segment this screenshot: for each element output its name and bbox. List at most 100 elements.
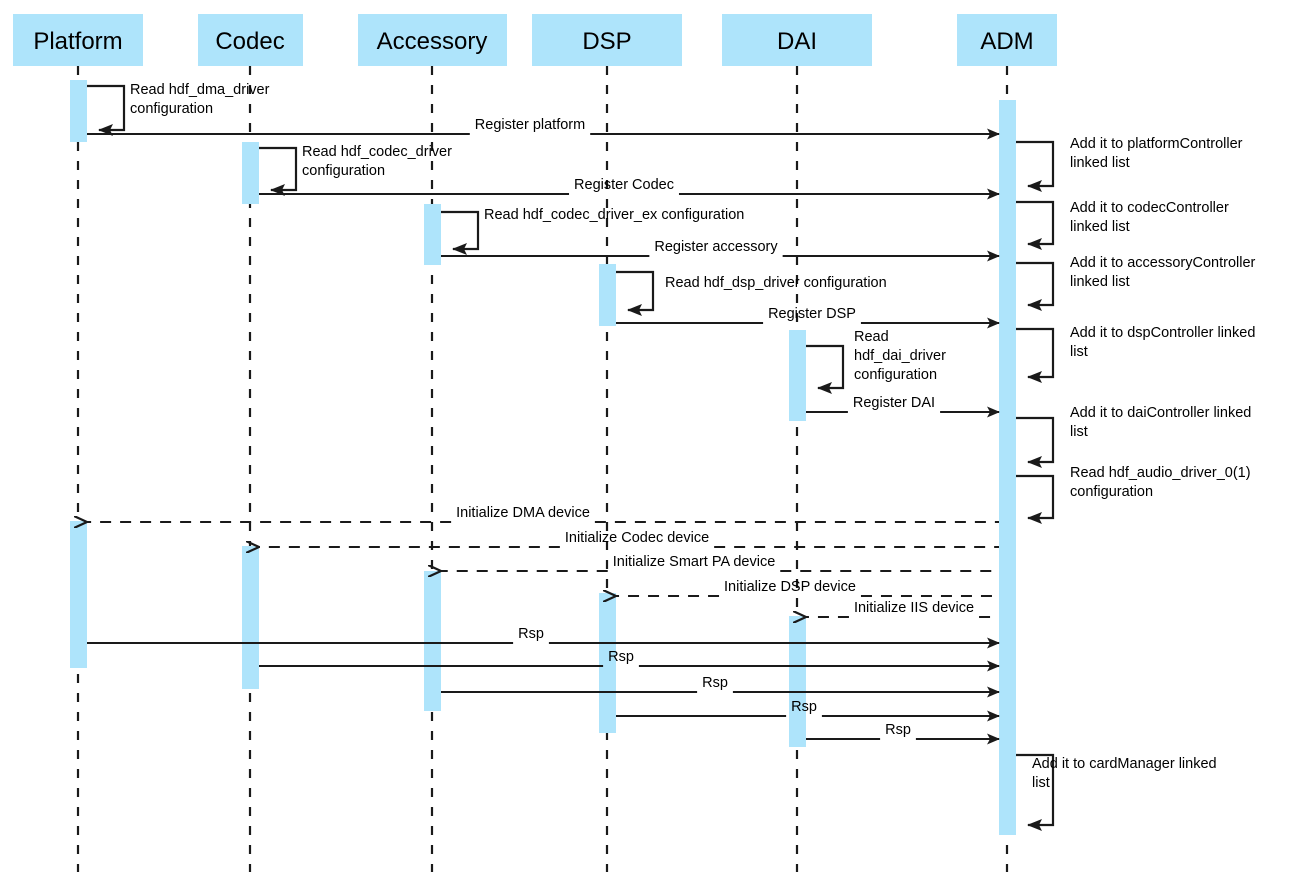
message-label: Register platform (475, 117, 585, 133)
self-loop-path (1016, 261, 1055, 311)
self-message-adm: Add it to codecController linked list (1016, 200, 1229, 250)
activation-bar-accessory (424, 571, 441, 711)
self-message-label: Read (854, 329, 889, 345)
activation-bar-adm (999, 100, 1016, 835)
self-loop-path (259, 146, 298, 196)
message-label: Rsp (885, 722, 911, 738)
participant-platform[interactable]: Platform (13, 14, 143, 66)
sequence-diagram-svg: Platform Codec Accessory DSP DAI ADM Register… (13, 14, 1256, 872)
message-arrow: Initialize Smart PA device (441, 554, 999, 571)
self-message-label: Add it to cardManager linked (1032, 756, 1217, 772)
self-message-label: configuration (302, 163, 385, 179)
message-arrow: Rsp (441, 675, 1000, 698)
activation-bar-dai (789, 330, 806, 421)
self-message-label: linked list (1070, 155, 1130, 171)
self-message-adm: Add it to dspController linked list (1016, 325, 1255, 383)
self-message-label: Read hdf_codec_driver_ex configuration (484, 207, 744, 223)
self-message-label: configuration (854, 367, 937, 383)
self-loop-path (1016, 140, 1055, 192)
message-arrow: Register platform (87, 117, 1000, 140)
self-message-label: Read hdf_audio_driver_0(1) (1070, 465, 1251, 481)
message-label: Register DAI (853, 395, 935, 411)
self-message-label: configuration (130, 101, 213, 117)
self-message-adm: Add it to platformController linked list (1016, 136, 1243, 192)
activation-bar-dai (789, 616, 806, 747)
message-arrow: Initialize DSP device (616, 579, 999, 596)
participant-dsp[interactable]: DSP (532, 14, 682, 66)
self-loop-path (1016, 474, 1055, 524)
self-message-adm: Read hdf_audio_driver_0(1) configuration (1016, 465, 1251, 524)
self-loop-path (1016, 327, 1055, 383)
message-label: Rsp (608, 649, 634, 665)
lifelines-group (76, 66, 1009, 872)
self-loop-path (1016, 200, 1055, 250)
self-message-label: configuration (1070, 484, 1153, 500)
message-arrow: Register accessory (441, 239, 1000, 262)
message-arrow: Initialize DMA device (87, 505, 999, 522)
self-message-adm: Add it to accessoryController linked list (1016, 255, 1256, 311)
participant-codec[interactable]: Codec (198, 14, 303, 66)
message-arrow: Rsp (87, 626, 1000, 649)
self-message-platform: Read hdf_dma_driver configuration (87, 82, 270, 136)
self-message-label: Add it to codecController (1070, 200, 1229, 216)
message-arrow: Initialize IIS device (806, 600, 999, 617)
participant-label: DSP (582, 28, 631, 55)
message-label: Rsp (702, 675, 728, 691)
message-arrow: Initialize Codec device (259, 530, 999, 547)
activation-bar-codec (242, 142, 259, 204)
message-label: Register Codec (574, 177, 674, 193)
self-message-dsp: Read hdf_dsp_driver configuration (616, 270, 887, 316)
activation-bar-dsp (599, 264, 616, 326)
participant-label: DAI (777, 28, 817, 55)
self-loop-path (806, 344, 845, 394)
sequence-diagram-canvas: Platform Codec Accessory DSP DAI ADM Register… (0, 0, 1290, 876)
self-message-adm: Add it to daiController linked list (1016, 405, 1251, 468)
participant-label: Accessory (377, 28, 488, 55)
self-message-label: Add it to platformController (1070, 136, 1243, 152)
self-message-codec: Read hdf_codec_driver configuration (259, 144, 452, 196)
self-message-label: list (1032, 775, 1050, 791)
participant-accessory[interactable]: Accessory (358, 14, 507, 66)
activation-bar-platform (70, 521, 87, 668)
message-arrow: Register Codec (259, 177, 1000, 200)
self-loop-path (441, 210, 480, 255)
self-loop-path (87, 84, 126, 136)
self-message-label: Read hdf_dma_driver (130, 82, 270, 98)
self-message-label: Read hdf_dsp_driver configuration (665, 275, 887, 291)
self-message-label: hdf_dai_driver (854, 348, 946, 364)
message-label: Rsp (518, 626, 544, 642)
self-message-label: Read hdf_codec_driver (302, 144, 452, 160)
self-message-dai: Read hdf_dai_driver configuration (806, 329, 946, 394)
message-arrow: Rsp (259, 649, 1000, 672)
message-label: Initialize Smart PA device (613, 554, 776, 570)
participant-label: ADM (980, 28, 1033, 55)
message-label: Initialize DSP device (724, 579, 856, 595)
message-arrow: Rsp (806, 722, 1000, 745)
self-message-label: linked list (1070, 274, 1130, 290)
participant-adm[interactable]: ADM (957, 14, 1057, 66)
self-loop-path (1016, 416, 1055, 468)
message-arrow: Register DSP (616, 306, 1000, 329)
message-arrow: Rsp (616, 699, 1000, 722)
activation-bar-codec (242, 546, 259, 689)
participant-dai[interactable]: DAI (722, 14, 872, 66)
participant-label: Platform (33, 28, 122, 55)
message-label: Rsp (791, 699, 817, 715)
self-message-adm: Add it to cardManager linked list (1016, 753, 1217, 831)
self-loop-path (616, 270, 655, 316)
message-arrow: Register DAI (806, 395, 1000, 418)
self-message-label: list (1070, 424, 1088, 440)
message-label: Initialize Codec device (565, 530, 709, 546)
self-message-label: list (1070, 344, 1088, 360)
message-label: Initialize IIS device (854, 600, 974, 616)
self-message-label: Add it to daiController linked (1070, 405, 1251, 421)
activation-bar-accessory (424, 204, 441, 265)
participant-label: Codec (215, 28, 284, 55)
message-label: Register DSP (768, 306, 856, 322)
message-label: Register accessory (654, 239, 778, 255)
self-message-label: Add it to accessoryController (1070, 255, 1256, 271)
activation-bar-platform (70, 80, 87, 142)
self-message-label: Add it to dspController linked (1070, 325, 1255, 341)
participant-headers-group: Platform Codec Accessory DSP DAI ADM (13, 14, 1057, 66)
self-message-label: linked list (1070, 219, 1130, 235)
